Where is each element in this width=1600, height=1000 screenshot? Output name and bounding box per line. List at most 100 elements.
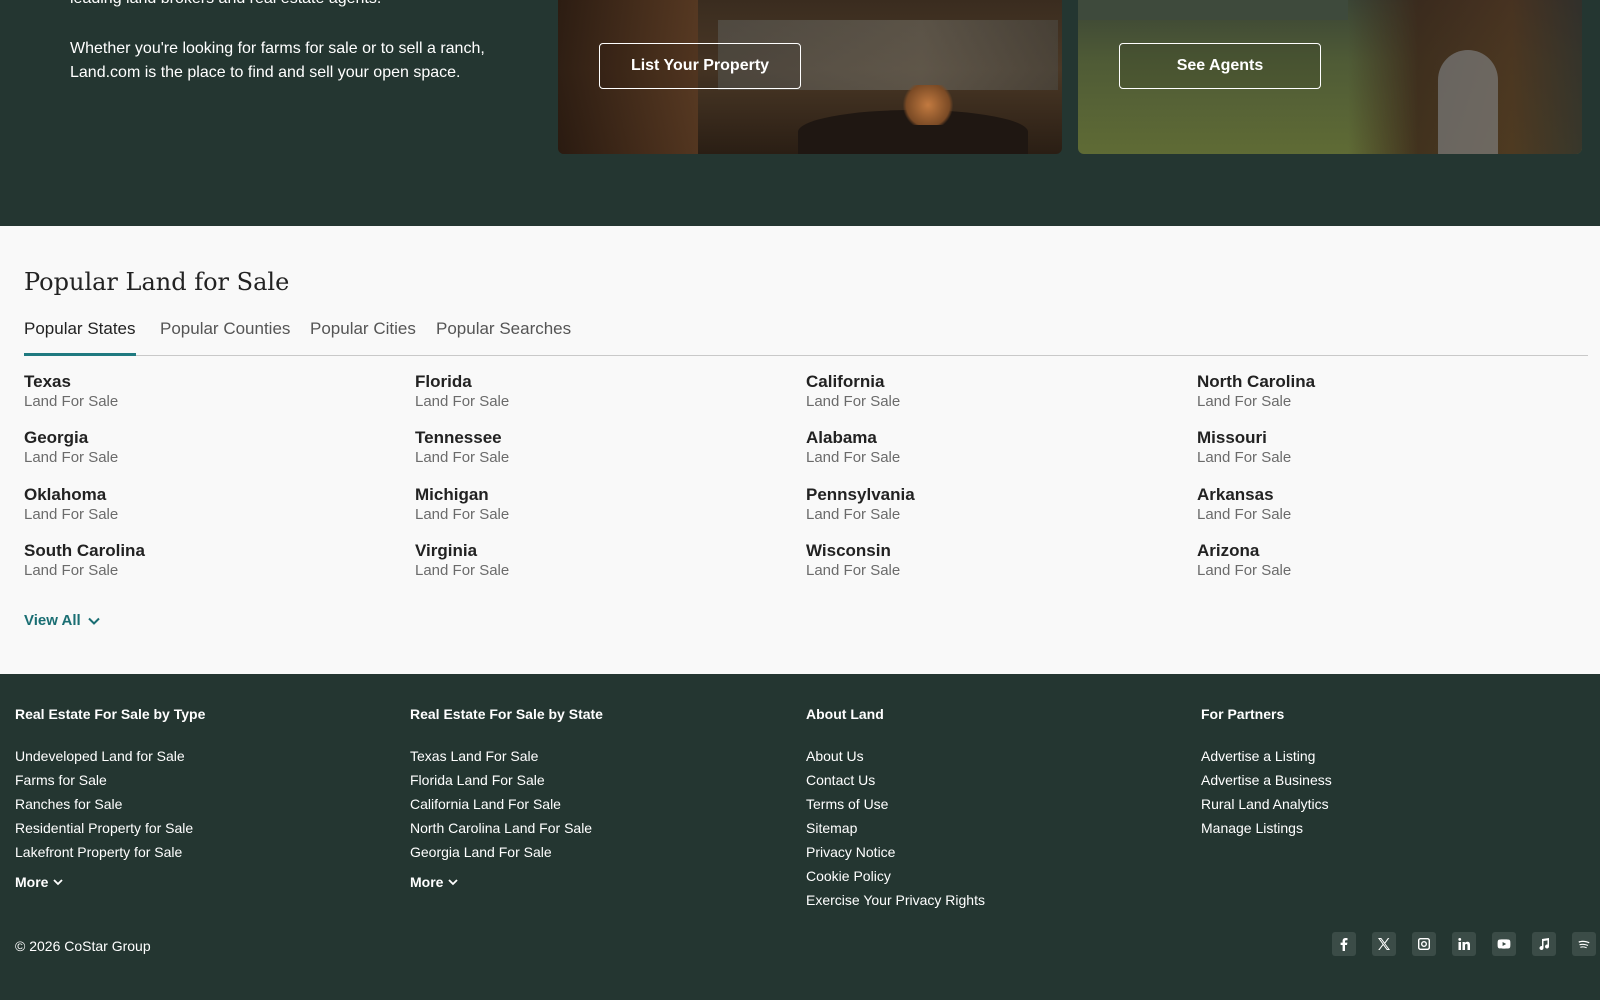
state-link[interactable]: Florida Land For Sale	[415, 372, 775, 420]
state-link[interactable]: Pennsylvania Land For Sale	[806, 485, 1166, 533]
footer-link[interactable]: Rural Land Analytics	[1201, 792, 1332, 816]
state-sub: Land For Sale	[415, 562, 510, 579]
footer-link[interactable]: Advertise a Listing	[1201, 744, 1332, 768]
state-link[interactable]: Michigan Land For Sale	[415, 485, 775, 533]
list-your-property-button[interactable]: List Your Property	[599, 43, 801, 89]
state-sub: Land For Sale	[415, 506, 510, 523]
view-all-label: View All	[24, 612, 81, 629]
music-icon[interactable]	[1532, 932, 1556, 956]
state-link[interactable]: Virginia Land For Sale	[415, 541, 775, 589]
social-links	[1332, 932, 1596, 956]
state-name: Virginia	[415, 541, 478, 560]
popular-title: Popular Land for Sale	[24, 268, 290, 296]
treeline-scene	[1078, 0, 1348, 20]
state-sub: Land For Sale	[24, 506, 119, 523]
footer-link[interactable]: North Carolina Land For Sale	[410, 816, 603, 840]
state-sub: Land For Sale	[415, 449, 510, 466]
footer-link[interactable]: Exercise Your Privacy Rights	[806, 888, 985, 912]
footer-link[interactable]: Farms for Sale	[15, 768, 205, 792]
state-sub: Land For Sale	[1197, 393, 1292, 410]
tab-popular-cities[interactable]: Popular Cities	[310, 316, 416, 356]
state-name: Georgia	[24, 428, 89, 447]
footer-link[interactable]: California Land For Sale	[410, 792, 603, 816]
tab-popular-counties[interactable]: Popular Counties	[160, 316, 290, 356]
state-sub: Land For Sale	[1197, 449, 1292, 466]
hero-text-line: leading land brokers and real estate age…	[70, 0, 381, 11]
footer-link[interactable]: Texas Land For Sale	[410, 744, 603, 768]
hero-paragraph: Whether you're looking for farms for sal…	[70, 40, 485, 81]
state-name: North Carolina	[1197, 372, 1316, 391]
footer-column-by-type: Real Estate For Sale by Type Undeveloped…	[15, 704, 205, 890]
instagram-icon[interactable]	[1412, 932, 1436, 956]
tab-popular-searches[interactable]: Popular Searches	[436, 316, 571, 356]
list-property-card[interactable]: List Your Property	[558, 0, 1062, 154]
tab-popular-states[interactable]: Popular States	[24, 316, 136, 356]
state-name: Wisconsin	[806, 541, 891, 560]
state-link[interactable]: North Carolina Land For Sale	[1197, 372, 1557, 420]
footer-link[interactable]: Cookie Policy	[806, 864, 985, 888]
state-link[interactable]: California Land For Sale	[806, 372, 1166, 420]
see-agents-button[interactable]: See Agents	[1119, 43, 1321, 89]
see-agents-card[interactable]: See Agents	[1078, 0, 1582, 154]
state-name: Pennsylvania	[806, 485, 915, 504]
footer-more-button[interactable]: More	[410, 874, 603, 890]
state-sub: Land For Sale	[806, 449, 901, 466]
state-name: Arkansas	[1197, 485, 1274, 504]
state-sub: Land For Sale	[806, 393, 901, 410]
state-name: Michigan	[415, 485, 489, 504]
state-sub: Land For Sale	[1197, 562, 1292, 579]
state-link[interactable]: Alabama Land For Sale	[806, 428, 1166, 476]
state-link[interactable]: South Carolina Land For Sale	[24, 541, 384, 589]
footer-link[interactable]: Privacy Notice	[806, 840, 985, 864]
chevron-down-icon	[53, 879, 64, 886]
footer-link[interactable]: Manage Listings	[1201, 816, 1332, 840]
footer-link[interactable]: Advertise a Business	[1201, 768, 1332, 792]
facebook-icon[interactable]	[1332, 932, 1356, 956]
state-name: Alabama	[806, 428, 877, 447]
footer-link[interactable]: Lakefront Property for Sale	[15, 840, 205, 864]
view-all-button[interactable]: View All	[24, 612, 101, 629]
footer-link[interactable]: About Us	[806, 744, 985, 768]
footer-link[interactable]: Sitemap	[806, 816, 985, 840]
state-name: California	[806, 372, 885, 391]
popular-tabs: Popular States Popular Counties Popular …	[24, 316, 1588, 356]
state-link[interactable]: Arkansas Land For Sale	[1197, 485, 1557, 533]
state-name: Florida	[415, 372, 472, 391]
state-name: Tennessee	[415, 428, 502, 447]
state-link[interactable]: Missouri Land For Sale	[1197, 428, 1557, 476]
state-link[interactable]: Oklahoma Land For Sale	[24, 485, 384, 533]
state-link[interactable]: Georgia Land For Sale	[24, 428, 384, 476]
copyright: © 2026 CoStar Group	[15, 938, 151, 954]
state-name: Missouri	[1197, 428, 1267, 447]
state-name: Oklahoma	[24, 485, 107, 504]
footer-heading: For Partners	[1201, 706, 1285, 722]
footer-link[interactable]: Undeveloped Land for Sale	[15, 744, 205, 768]
state-sub: Land For Sale	[806, 562, 901, 579]
footer-link[interactable]: Residential Property for Sale	[15, 816, 205, 840]
footer-heading: Real Estate For Sale by Type	[15, 706, 206, 722]
chevron-down-icon	[87, 617, 100, 625]
state-link[interactable]: Texas Land For Sale	[24, 372, 384, 420]
footer-more-button[interactable]: More	[15, 874, 205, 890]
linkedin-icon[interactable]	[1452, 932, 1476, 956]
state-link[interactable]: Tennessee Land For Sale	[415, 428, 775, 476]
spotify-icon[interactable]	[1572, 932, 1596, 956]
footer-link[interactable]: Terms of Use	[806, 792, 985, 816]
state-link[interactable]: Arizona Land For Sale	[1197, 541, 1557, 589]
footer-link[interactable]: Georgia Land For Sale	[410, 840, 603, 864]
popular-land-section: Popular Land for Sale Popular States Pop…	[0, 226, 1600, 674]
state-name: South Carolina	[24, 541, 145, 560]
child-scene	[1438, 50, 1498, 154]
state-name: Arizona	[1197, 541, 1260, 560]
footer-link[interactable]: Florida Land For Sale	[410, 768, 603, 792]
state-sub: Land For Sale	[24, 562, 119, 579]
footer-link[interactable]: Ranches for Sale	[15, 792, 205, 816]
youtube-icon[interactable]	[1492, 932, 1516, 956]
chevron-down-icon	[448, 879, 459, 886]
x-icon[interactable]	[1372, 932, 1396, 956]
hero-section: leading land brokers and real estate age…	[0, 0, 1600, 226]
state-link[interactable]: Wisconsin Land For Sale	[806, 541, 1166, 589]
footer-link[interactable]: Contact Us	[806, 768, 985, 792]
footer-column-partners: For Partners Advertise a Listing Adverti…	[1201, 704, 1332, 840]
more-label: More	[410, 874, 444, 890]
